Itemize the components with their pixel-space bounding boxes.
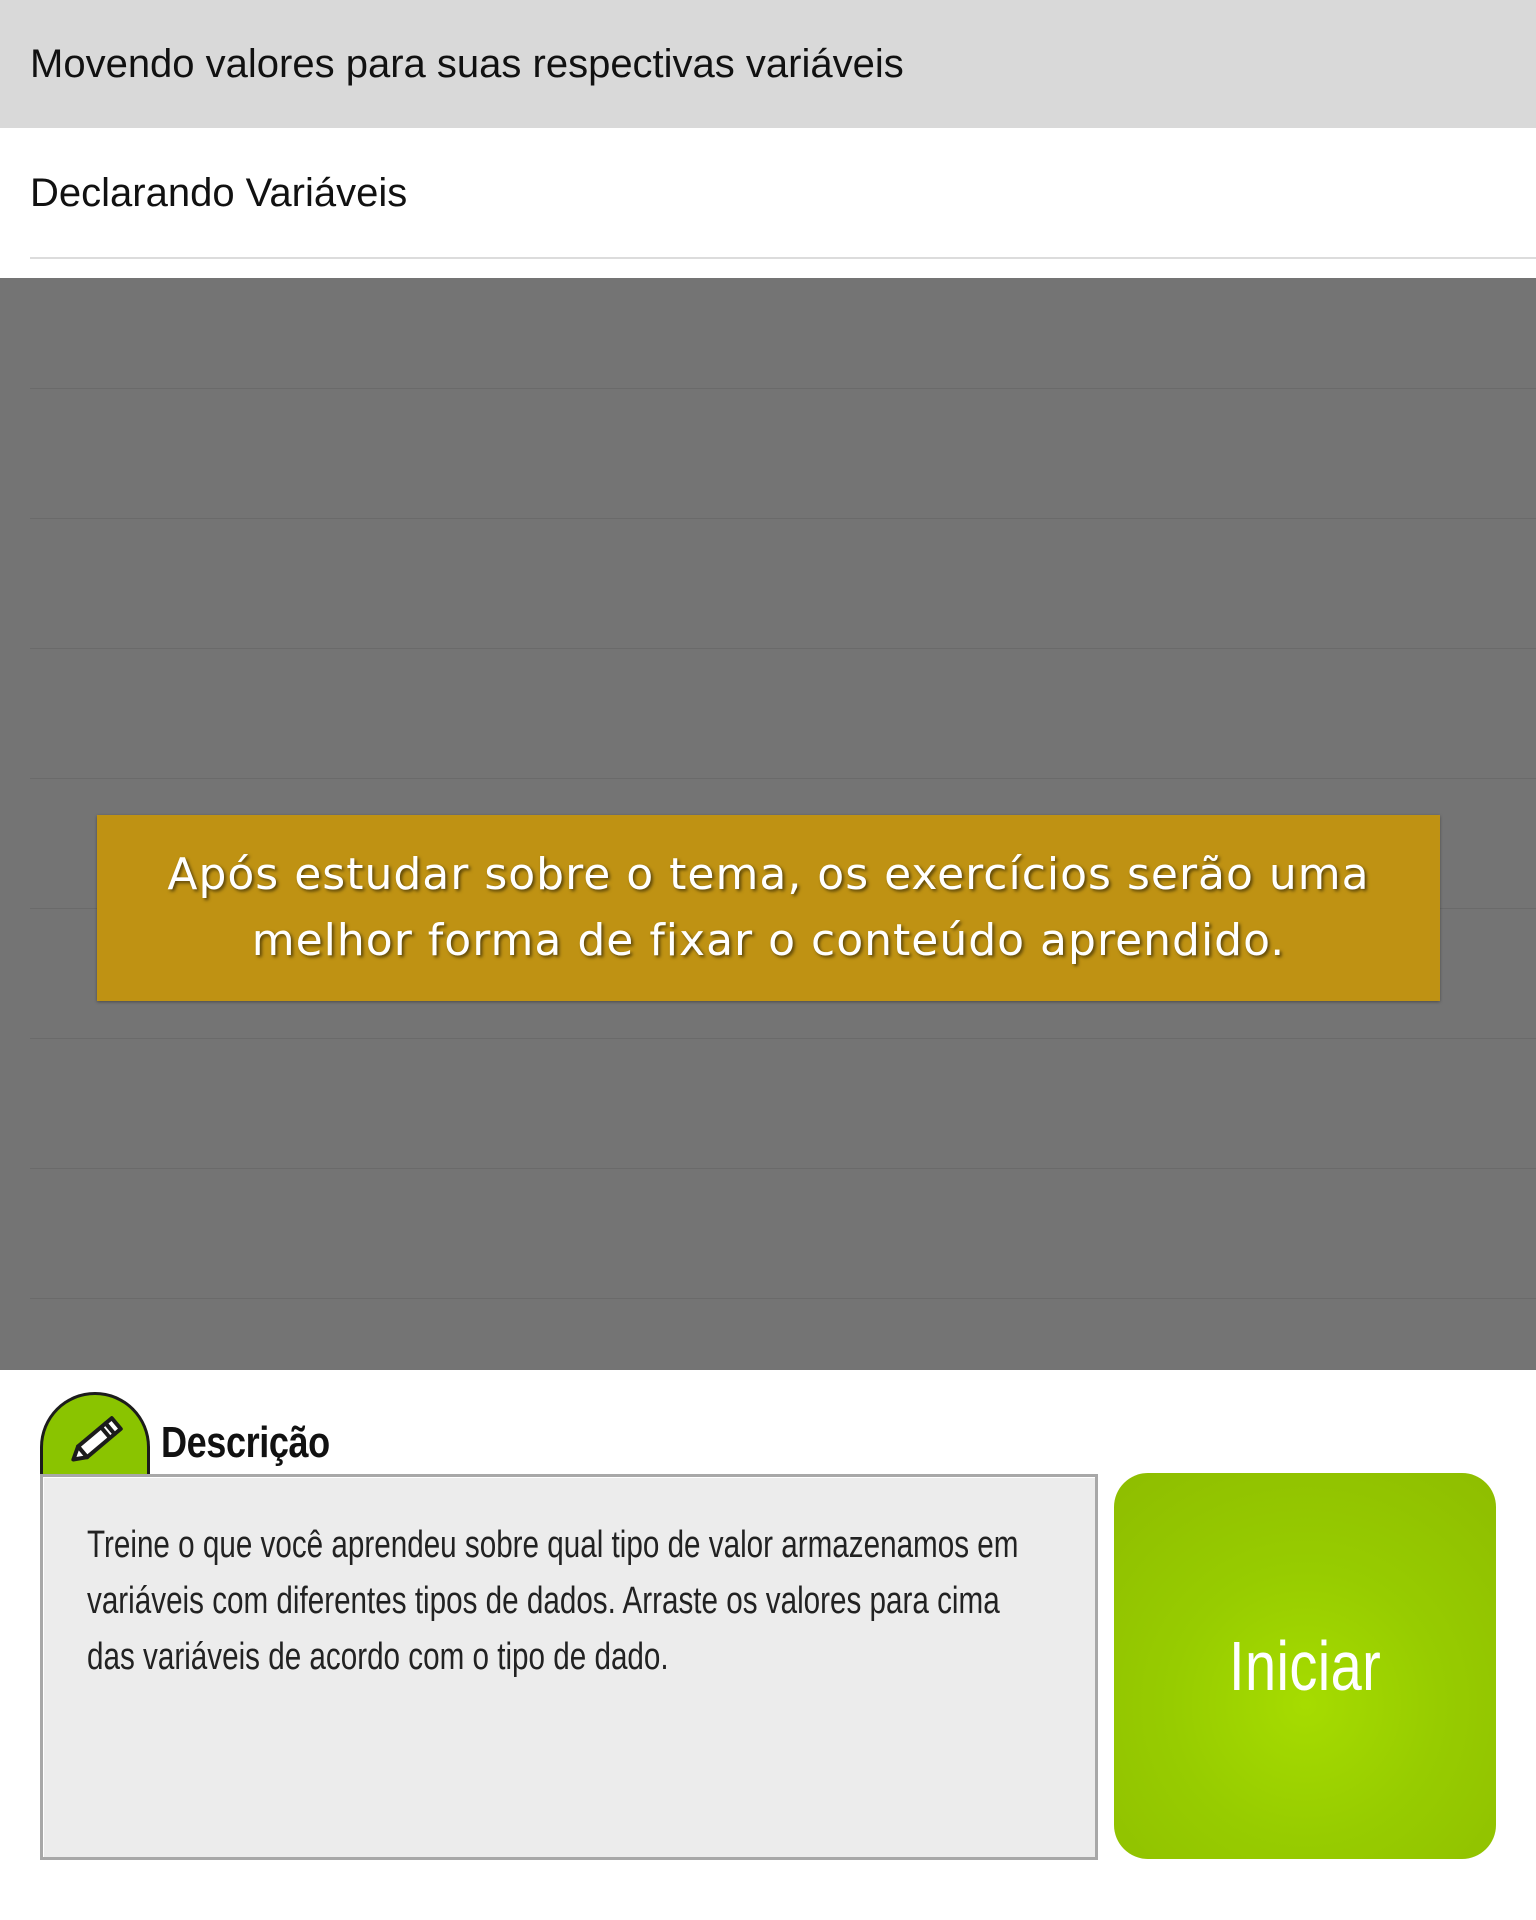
empty-row-divider [30, 388, 1536, 389]
empty-row-divider [30, 1168, 1536, 1169]
empty-row-divider [30, 1298, 1536, 1299]
empty-row-divider [30, 518, 1536, 519]
list-item-declarando-variaveis[interactable]: Declarando Variáveis [0, 128, 1536, 258]
list-item-movendo-valores[interactable]: Movendo valores para suas respectivas va… [0, 0, 1536, 128]
empty-row-divider [30, 648, 1536, 649]
description-title: Descrição [161, 1418, 330, 1467]
description-tab [40, 1392, 150, 1476]
list-item-label: Declarando Variáveis [30, 170, 408, 215]
tip-text: Após estudar sobre o tema, os exercícios… [167, 849, 1370, 966]
pencil-icon [71, 1416, 123, 1462]
start-button[interactable]: Iniciar [1114, 1473, 1496, 1859]
start-button-label: Iniciar [1228, 1627, 1382, 1705]
description-box: Treine o que você aprendeu sobre qual ti… [40, 1474, 1098, 1860]
list-item-label: Movendo valores para suas respectivas va… [30, 41, 904, 86]
empty-row-divider [30, 778, 1536, 779]
tip-banner[interactable]: Após estudar sobre o tema, os exercícios… [97, 815, 1440, 1001]
description-text: Treine o que você aprendeu sobre qual ti… [87, 1524, 1019, 1678]
list-divider [30, 257, 1536, 259]
empty-row-divider [30, 1038, 1536, 1039]
